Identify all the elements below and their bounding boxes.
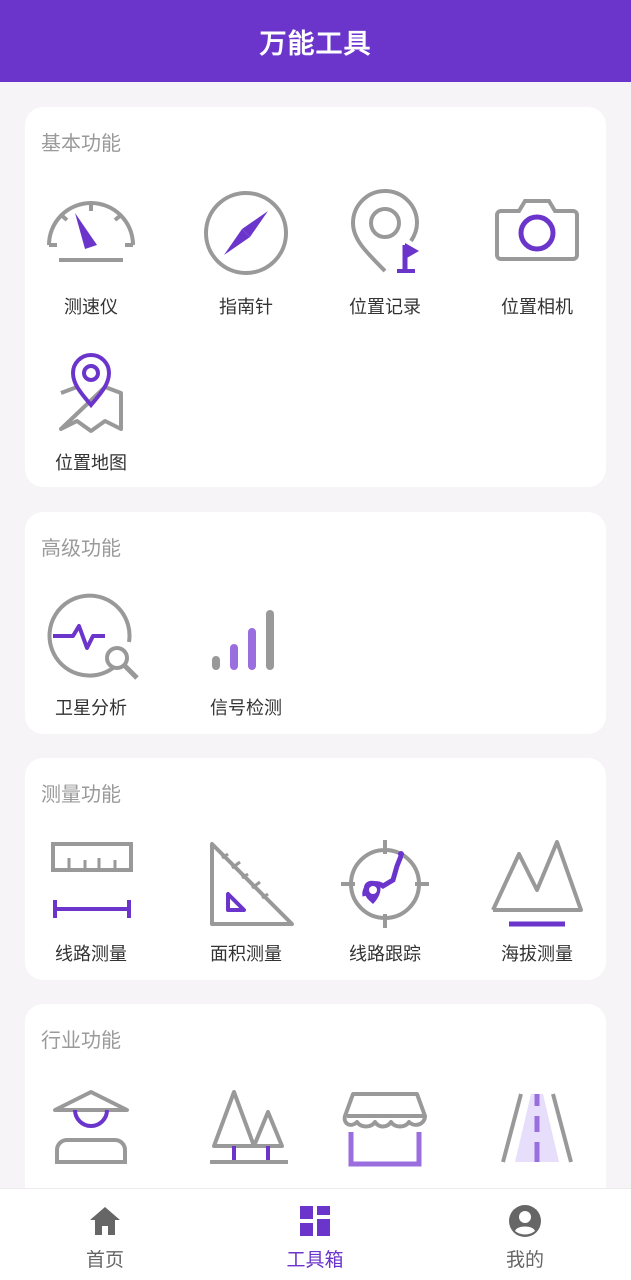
triangle-ruler-icon	[210, 842, 294, 926]
toolbox-grid-icon	[300, 1206, 330, 1236]
map-pin-icon	[59, 353, 123, 433]
tab-toolbox[interactable]: 工具箱	[210, 1189, 420, 1280]
satellite-analysis-icon	[47, 593, 139, 680]
tab-label: 工具箱	[286, 1249, 344, 1271]
tool-label: 线路测量	[55, 944, 127, 965]
tool-industry-farmer[interactable]	[16, 1088, 166, 1180]
compass-icon	[204, 191, 288, 275]
tool-industry-shop[interactable]	[310, 1088, 460, 1180]
mountain-icon	[491, 840, 583, 927]
section-measure: 测量功能 线路测量 面积测量 线路跟踪 海拔测量	[25, 758, 606, 980]
tool-list[interactable]: 基本功能 测速仪 指南针 位置记录 位置相机 位置地图 高级功能 卫星分析 信号…	[0, 82, 631, 1188]
section-title: 高级功能	[41, 536, 121, 560]
tool-label: 海拔测量	[501, 944, 573, 965]
home-icon	[90, 1207, 120, 1235]
tab-home[interactable]: 首页	[0, 1189, 210, 1280]
section-title: 行业功能	[41, 1028, 121, 1052]
section-basic: 基本功能 测速仪 指南针 位置记录 位置相机 位置地图	[25, 107, 606, 487]
tool-industry-forest[interactable]	[171, 1088, 321, 1180]
page-title: 万能工具	[259, 28, 372, 60]
tool-label: 信号检测	[210, 698, 282, 719]
tool-label: 线路跟踪	[349, 944, 421, 965]
tool-label: 位置相机	[501, 297, 573, 318]
app-header: 万能工具	[0, 0, 631, 82]
route-track-icon	[341, 840, 429, 928]
section-title: 测量功能	[41, 782, 121, 806]
tool-label: 位置地图	[55, 453, 127, 474]
tool-route-track[interactable]: 线路跟踪	[310, 836, 460, 968]
shop-icon	[342, 1092, 427, 1167]
tool-location-record[interactable]: 位置记录	[310, 185, 460, 318]
signal-bars-icon	[212, 610, 274, 670]
tool-location-map[interactable]: 位置地图	[16, 347, 166, 479]
location-record-icon	[350, 189, 420, 273]
speedometer-icon	[47, 201, 135, 262]
tab-mine[interactable]: 我的	[420, 1189, 630, 1280]
tool-signal-detect[interactable]: 信号检测	[171, 590, 321, 722]
tool-industry-road[interactable]	[462, 1088, 612, 1180]
tool-area-measure[interactable]: 面积测量	[171, 836, 321, 968]
section-title: 基本功能	[41, 131, 121, 155]
forest-icon	[210, 1090, 288, 1164]
camera-icon	[495, 199, 579, 261]
section-industry: 行业功能	[25, 1004, 606, 1188]
tool-speedometer[interactable]: 测速仪	[16, 185, 166, 318]
tool-label: 指南针	[219, 297, 273, 318]
user-icon	[509, 1205, 541, 1237]
tab-label: 首页	[85, 1249, 124, 1271]
tool-label: 位置记录	[349, 297, 421, 318]
tool-altitude-measure[interactable]: 海拔测量	[462, 836, 612, 968]
bottom-tabbar: 首页 工具箱 我的	[0, 1188, 631, 1280]
road-icon	[501, 1093, 573, 1163]
tool-label: 测速仪	[64, 297, 118, 318]
tab-label: 我的	[505, 1249, 544, 1271]
tool-satellite-analysis[interactable]: 卫星分析	[16, 590, 166, 722]
tool-camera[interactable]: 位置相机	[462, 185, 612, 318]
tool-compass[interactable]: 指南针	[171, 185, 321, 318]
ruler-icon	[51, 842, 133, 918]
farmer-icon	[53, 1090, 129, 1164]
section-advanced: 高级功能 卫星分析 信号检测	[25, 512, 606, 734]
tool-label: 卫星分析	[55, 698, 127, 719]
tool-route-measure[interactable]: 线路测量	[16, 836, 166, 968]
tool-label: 面积测量	[210, 944, 282, 965]
